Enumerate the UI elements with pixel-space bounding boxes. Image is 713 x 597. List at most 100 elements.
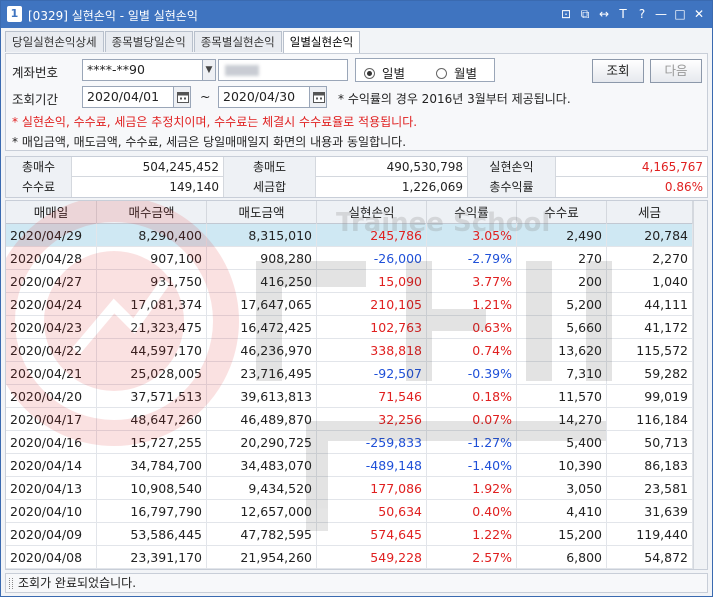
cell-fee: 14,270 (517, 408, 607, 431)
cell-sell-amount: 34,483,070 (207, 454, 317, 477)
cell-fee: 3,050 (517, 477, 607, 500)
table-row[interactable]: 2020/04/22 44,597,170 46,236,970 338,818 0.7… (6, 339, 707, 362)
date-range-tilde: ~ (200, 89, 211, 104)
cell-return-rate: 0.74% (427, 339, 517, 362)
table-row[interactable]: 2020/04/14 34,784,700 34,483,070 -489,148 -1… (6, 454, 707, 477)
header-tax[interactable]: 세금 (607, 201, 693, 224)
link-window-icon[interactable]: ⊡ (559, 6, 573, 22)
cell-tax: 44,111 (607, 293, 693, 316)
cell-trade-date: 2020/04/24 (6, 293, 97, 316)
table-row[interactable]: 2020/04/16 15,727,255 20,290,725 -259,833 -1… (6, 431, 707, 454)
cell-buy-amount: 23,391,170 (97, 546, 207, 569)
vertical-scrollbar[interactable] (693, 201, 707, 569)
header-trade-date[interactable]: 매매일 (6, 201, 97, 224)
cell-buy-amount: 53,586,445 (97, 523, 207, 546)
cell-tax: 119,440 (607, 523, 693, 546)
table-row[interactable]: 2020/04/10 16,797,790 12,657,000 50,634 0.40… (6, 500, 707, 523)
header-sell-amount[interactable]: 매도금액 (207, 201, 317, 224)
end-calendar-icon[interactable] (309, 86, 327, 108)
cell-buy-amount: 16,797,790 (97, 500, 207, 523)
font-size-icon[interactable]: T (616, 6, 630, 22)
start-calendar-icon[interactable] (173, 86, 191, 108)
account-dropdown-icon[interactable]: ▼ (202, 59, 216, 81)
cell-trade-date: 2020/04/16 (6, 431, 97, 454)
table-row[interactable]: 2020/04/20 37,571,513 39,613,813 71,546 0.18… (6, 385, 707, 408)
cell-realized-pnl: -92,507 (317, 362, 427, 385)
title-bar[interactable]: 1 [0329] 실현손익 - 일별 실현손익 ⊡ ⧉ ↔ T ? — □ ✕ (1, 1, 712, 28)
tab-bar: 당일실현손익상세 종목별당일손익 종목별실현손익 일별실현손익 (5, 31, 361, 53)
table-row[interactable]: 2020/04/27 931,750 416,250 15,090 3.77% 200 1,… (6, 270, 707, 293)
cell-buy-amount: 8,290,400 (97, 224, 207, 247)
cell-trade-date: 2020/04/29 (6, 224, 97, 247)
cell-buy-amount: 25,028,005 (97, 362, 207, 385)
title-bar-controls: ⊡ ⧉ ↔ T ? — □ ✕ (559, 6, 706, 22)
masked-name-blur (225, 65, 259, 76)
cell-trade-date: 2020/04/21 (6, 362, 97, 385)
cell-sell-amount: 23,716,495 (207, 362, 317, 385)
cell-tax: 20,784 (607, 224, 693, 247)
table-row[interactable]: 2020/04/24 17,081,374 17,647,065 210,105 1.2… (6, 293, 707, 316)
account-name-field (218, 59, 348, 81)
summary-row: 수수료 149,140 세금합 1,226,069 총수익률 0.86% (6, 177, 707, 197)
header-realized-pnl[interactable]: 실현손익 (317, 201, 427, 224)
cell-return-rate: -0.39% (427, 362, 517, 385)
tab-daily-detail[interactable]: 당일실현손익상세 (5, 31, 104, 52)
cell-return-rate: -1.40% (427, 454, 517, 477)
radio-monthly[interactable]: 월별 (436, 63, 477, 82)
help-icon[interactable]: ? (635, 6, 649, 22)
header-fee[interactable]: 수수료 (517, 201, 607, 224)
table-row[interactable]: 2020/04/23 21,323,475 16,472,425 102,763 0.6… (6, 316, 707, 339)
end-date-field[interactable]: 2020/04/30 (218, 86, 310, 108)
summary-row: 총매수 504,245,452 총매도 490,530,798 실현손익 4,1… (6, 157, 707, 177)
table-row[interactable]: 2020/04/17 48,647,260 46,489,870 32,256 0.07… (6, 408, 707, 431)
cell-fee: 13,620 (517, 339, 607, 362)
table-row[interactable]: 2020/04/29 8,290,400 8,315,010 245,786 3.05%… (6, 224, 707, 247)
table-row[interactable]: 2020/04/28 907,100 908,280 -26,000 -2.79% 270… (6, 247, 707, 270)
cell-sell-amount: 908,280 (207, 247, 317, 270)
cell-realized-pnl: 210,105 (317, 293, 427, 316)
cell-trade-date: 2020/04/22 (6, 339, 97, 362)
window-number-badge: 1 (7, 6, 22, 22)
cell-buy-amount: 15,727,255 (97, 431, 207, 454)
cell-fee: 7,310 (517, 362, 607, 385)
cell-tax: 1,040 (607, 270, 693, 293)
close-icon[interactable]: ✕ (692, 6, 706, 22)
maximize-icon[interactable]: □ (673, 6, 687, 22)
tab-stock-daily[interactable]: 종목별당일손익 (104, 31, 193, 52)
search-button[interactable]: 조회 (592, 59, 644, 83)
next-button[interactable]: 다음 (650, 59, 702, 83)
table-row[interactable]: 2020/04/09 53,586,445 47,782,595 574,645 1.2… (6, 523, 707, 546)
cell-realized-pnl: 50,634 (317, 500, 427, 523)
account-number-field[interactable]: ****-**90 (82, 59, 216, 81)
minimize-icon[interactable]: — (654, 6, 668, 22)
cell-return-rate: 0.63% (427, 316, 517, 339)
copy-window-icon[interactable]: ⧉ (578, 6, 592, 22)
cell-trade-date: 2020/04/17 (6, 408, 97, 431)
header-return-rate[interactable]: 수익률 (427, 201, 517, 224)
cell-buy-amount: 10,908,540 (97, 477, 207, 500)
cell-realized-pnl: -259,833 (317, 431, 427, 454)
table-row[interactable]: 2020/04/21 25,028,005 23,716,495 -92,507 -0.… (6, 362, 707, 385)
cell-sell-amount: 47,782,595 (207, 523, 317, 546)
radio-daily[interactable]: 일별 (364, 63, 405, 82)
estimate-notice: * 실현손익, 수수료, 세금은 추정치이며, 수수료는 체결시 수수료율로 적… (12, 115, 418, 129)
table-row[interactable]: 2020/04/13 10,908,540 9,434,520 177,086 1.92… (6, 477, 707, 500)
tax-value: 1,226,069 (316, 177, 468, 197)
cell-realized-pnl: 177,086 (317, 477, 427, 500)
resize-icon[interactable]: ↔ (597, 6, 611, 22)
cell-return-rate: 0.07% (427, 408, 517, 431)
cell-return-rate: 1.21% (427, 293, 517, 316)
radio-daily-dot (364, 68, 375, 79)
table-row[interactable]: 2020/04/08 23,391,170 21,954,260 549,228 2.5… (6, 546, 707, 569)
cell-realized-pnl: 245,786 (317, 224, 427, 247)
tab-stock-realized[interactable]: 종목별실현손익 (193, 31, 282, 52)
cell-buy-amount: 21,323,475 (97, 316, 207, 339)
tab-daily-realized[interactable]: 일별실현손익 (282, 31, 361, 53)
cell-realized-pnl: 32,256 (317, 408, 427, 431)
daily-log-notice: * 매입금액, 매도금액, 수수료, 세금은 당일매매일지 화면의 내용과 동일… (12, 135, 407, 149)
start-date-field[interactable]: 2020/04/01 (82, 86, 174, 108)
cell-return-rate: 2.57% (427, 546, 517, 569)
header-buy-amount[interactable]: 매수금액 (97, 201, 207, 224)
cell-sell-amount: 17,647,065 (207, 293, 317, 316)
return-rate-notice: * 수익률의 경우 2016년 3월부터 제공됩니다. (338, 92, 571, 106)
